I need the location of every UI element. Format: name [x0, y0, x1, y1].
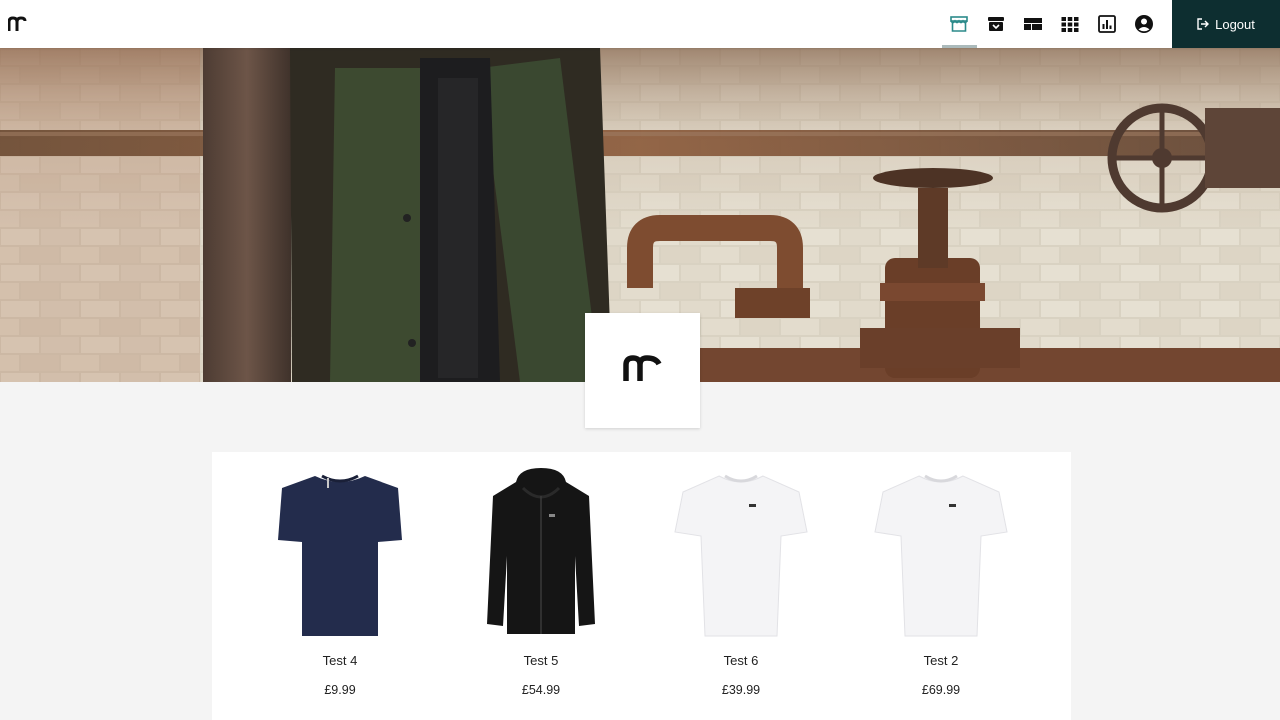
- storefront-icon[interactable]: [940, 0, 977, 48]
- logout-label: Logout: [1215, 16, 1255, 32]
- logout-icon: [1197, 18, 1210, 30]
- white-tshirt-image: [871, 466, 1011, 638]
- nav-icon-group: [940, 0, 1162, 48]
- archive-icon[interactable]: [977, 0, 1014, 48]
- product-card[interactable]: Test 2 £69.99: [841, 452, 1041, 720]
- product-card[interactable]: Test 4 £9.99: [240, 452, 440, 720]
- product-name: Test 6: [723, 653, 759, 668]
- logout-button[interactable]: Logout: [1172, 0, 1280, 48]
- product-price: £69.99: [921, 683, 961, 697]
- account-circle-icon[interactable]: [1125, 0, 1162, 48]
- black-hoodie-image: [471, 466, 611, 638]
- brand-logo-icon: [622, 354, 663, 387]
- navy-tshirt-image: [270, 466, 410, 638]
- brand-badge: [585, 313, 700, 428]
- product-price: £39.99: [721, 683, 761, 697]
- product-card[interactable]: Test 6 £39.99: [641, 452, 841, 720]
- grid-apps-icon[interactable]: [1051, 0, 1088, 48]
- product-card[interactable]: Test 5 £54.99: [441, 452, 641, 720]
- bar-chart-icon[interactable]: [1088, 0, 1125, 48]
- product-price: £54.99: [521, 683, 561, 697]
- top-navbar: Logout: [0, 0, 1280, 48]
- product-name: Test 2: [923, 653, 959, 668]
- product-name: Test 5: [523, 653, 559, 668]
- product-price: £9.99: [324, 683, 356, 697]
- layout-icon[interactable]: [1014, 0, 1051, 48]
- white-tshirt-image: [671, 466, 811, 638]
- brand-logo-icon[interactable]: [7, 16, 28, 32]
- product-name: Test 4: [322, 653, 358, 668]
- product-list: Test 4 £9.99 Test 5 £54.99 Test 6 £39.99: [212, 452, 1071, 720]
